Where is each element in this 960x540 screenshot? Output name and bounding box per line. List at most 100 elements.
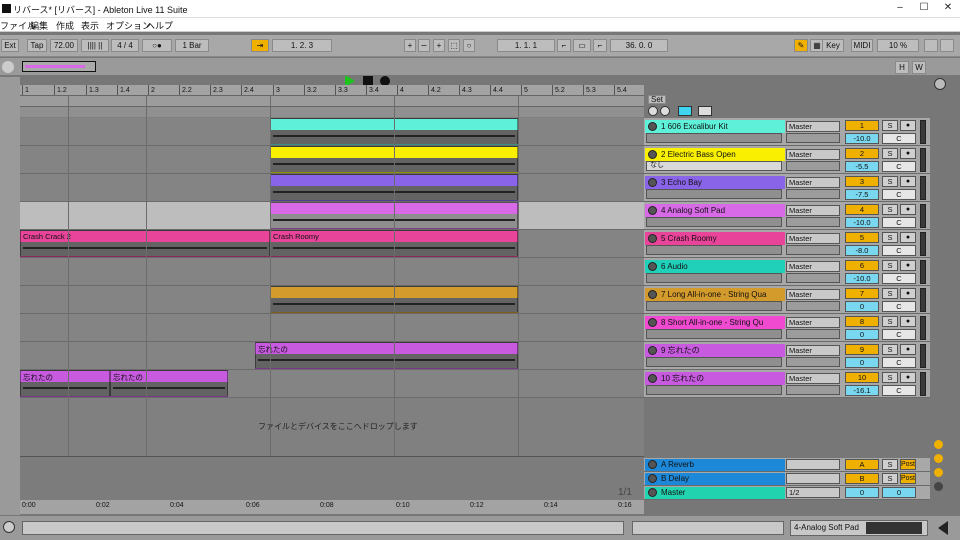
fold-all-icon[interactable] — [678, 106, 692, 116]
track-activator-button[interactable]: 9 — [845, 344, 879, 355]
output-routing-select[interactable]: Master — [786, 261, 840, 272]
return-routing-select[interactable] — [786, 473, 840, 484]
prev-locator-icon[interactable] — [648, 106, 658, 116]
fold-track-icon[interactable] — [648, 206, 657, 215]
menu-create[interactable]: 作成 — [56, 19, 74, 32]
routing-sub-select[interactable] — [786, 161, 840, 171]
arm-button[interactable]: ● — [900, 372, 916, 383]
master-routing-select[interactable]: 1/2 — [786, 487, 840, 498]
output-routing-select[interactable]: Master — [786, 289, 840, 300]
mixer-toggle-icon[interactable] — [934, 482, 943, 491]
master-volume-field[interactable]: 0 — [845, 487, 879, 498]
menu-edit[interactable]: 編集 — [30, 19, 48, 32]
track-activator-button[interactable]: 10 — [845, 372, 879, 383]
locator-lane[interactable] — [20, 96, 644, 107]
optimize-width-button[interactable]: W — [912, 61, 926, 74]
pan-field[interactable]: C — [882, 189, 916, 200]
maximize-button[interactable]: ☐ — [912, 2, 936, 16]
tempo-field[interactable]: 72.00 — [50, 39, 78, 52]
overdub-button[interactable]: + — [404, 39, 416, 52]
loop-start-field[interactable]: 1. 1. 1 — [497, 39, 555, 52]
track-volume-field[interactable]: 0 — [845, 329, 879, 340]
next-locator-icon[interactable] — [660, 106, 670, 116]
pan-field[interactable]: C — [882, 385, 916, 396]
pan-field[interactable]: C — [882, 273, 916, 284]
arm-button[interactable]: ● — [900, 288, 916, 299]
solo-button[interactable]: S — [882, 120, 898, 131]
browser-toggle-icon[interactable] — [934, 78, 946, 90]
track-volume-field[interactable]: -16.1 — [845, 385, 879, 396]
optimize-height-button[interactable]: H — [895, 61, 909, 74]
arm-button[interactable]: ● — [900, 232, 916, 243]
routing-sub-select[interactable] — [786, 217, 840, 227]
arrangement-overview[interactable]: H W — [0, 58, 960, 76]
clip[interactable]: 忘れたの — [255, 342, 518, 369]
fold-track-icon[interactable] — [648, 374, 657, 383]
loop-brace-lane[interactable] — [20, 107, 644, 117]
output-routing-select[interactable]: Master — [786, 345, 840, 356]
track-activator-button[interactable]: 2 — [845, 148, 879, 159]
pan-field[interactable]: C — [882, 133, 916, 144]
return-track-name[interactable]: B Delay — [645, 473, 785, 485]
post-button[interactable]: Post — [900, 459, 916, 470]
time-ruler[interactable]: 0:00 0:02 0:04 0:06 0:08 0:10 0:12 0:14 0:16 — [20, 500, 644, 514]
track-volume-field[interactable]: -7.5 — [845, 189, 879, 200]
tap-tempo-button[interactable]: Tap — [27, 39, 47, 52]
arm-button[interactable]: ● — [900, 260, 916, 271]
pan-field[interactable]: C — [882, 329, 916, 340]
routing-sub-select[interactable] — [786, 357, 840, 367]
track-lane[interactable] — [20, 314, 644, 342]
draw-mode-button[interactable]: ✎ — [794, 39, 808, 52]
output-routing-select[interactable]: Master — [786, 233, 840, 244]
track-volume-field[interactable]: 0 — [845, 357, 879, 368]
beat-ruler[interactable]: 1 1.2 1.3 1.4 2 2.2 2.3 2.4 3 3.2 3.3 3.4 4 4.2 4.3 4.4… — [20, 85, 644, 96]
routing-sub-select[interactable] — [786, 385, 840, 395]
routing-sub-select[interactable] — [786, 301, 840, 311]
pan-field[interactable]: C — [882, 245, 916, 256]
arm-button[interactable]: ● — [900, 316, 916, 327]
fold-track-icon[interactable] — [648, 178, 657, 187]
routing-sub-select[interactable] — [786, 133, 840, 143]
fold-track-icon[interactable] — [648, 346, 657, 355]
midi-map-button[interactable]: MIDI — [851, 39, 873, 52]
track-volume-field[interactable]: -8.0 — [845, 245, 879, 256]
nudge-buttons[interactable]: |||| || — [81, 39, 109, 52]
io-toggle-icon[interactable] — [934, 440, 943, 449]
solo-button[interactable]: S — [882, 204, 898, 215]
lock-icon[interactable] — [698, 106, 712, 116]
track-name[interactable]: 4 Analog Soft Pad — [645, 204, 785, 217]
returns-toggle-icon[interactable] — [934, 468, 943, 477]
minimize-button[interactable]: – — [888, 2, 912, 16]
session-record-button[interactable]: ○ — [463, 39, 475, 52]
return-routing-select[interactable] — [786, 459, 840, 470]
track-activator-button[interactable]: 1 — [845, 120, 879, 131]
input-type-select[interactable]: なし — [646, 161, 782, 171]
quantization-select[interactable]: 1 Bar — [175, 39, 209, 52]
return-activator-button[interactable]: B — [845, 473, 879, 484]
key-map-button[interactable]: Key — [822, 39, 844, 52]
track-activator-button[interactable]: 6 — [845, 260, 879, 271]
loop-length-field[interactable]: 36. 0. 0 — [610, 39, 668, 52]
arm-button[interactable]: ● — [900, 204, 916, 215]
punch-in-button[interactable]: ⌐ — [557, 39, 571, 52]
track-activator-button[interactable]: 3 — [845, 176, 879, 187]
return-activator-button[interactable]: A — [845, 459, 879, 470]
set-locator-button[interactable]: Set — [648, 95, 666, 104]
track-volume-field[interactable]: -10.0 — [845, 217, 879, 228]
track-name[interactable]: 1 606 Excalibur Kit — [645, 120, 785, 133]
track-volume-field[interactable]: -10.0 — [845, 133, 879, 144]
solo-button[interactable]: S — [882, 232, 898, 243]
routing-sub-select[interactable] — [786, 189, 840, 199]
follow-button[interactable]: ⇥ — [251, 39, 269, 52]
fold-track-icon[interactable] — [648, 122, 657, 131]
output-routing-select[interactable]: Master — [786, 373, 840, 384]
track-name[interactable]: 10 忘れたの — [645, 372, 785, 385]
arm-button[interactable]: ● — [900, 176, 916, 187]
solo-button[interactable]: S — [882, 372, 898, 383]
track-name[interactable]: 5 Crash Roomy — [645, 232, 785, 245]
return-track-name[interactable]: A Reverb — [645, 459, 785, 471]
master-cue-field[interactable]: 0 — [882, 487, 916, 498]
arm-button[interactable]: ● — [900, 148, 916, 159]
punch-out-button[interactable]: ⌐ — [593, 39, 607, 52]
post-button[interactable]: Post — [900, 473, 916, 484]
